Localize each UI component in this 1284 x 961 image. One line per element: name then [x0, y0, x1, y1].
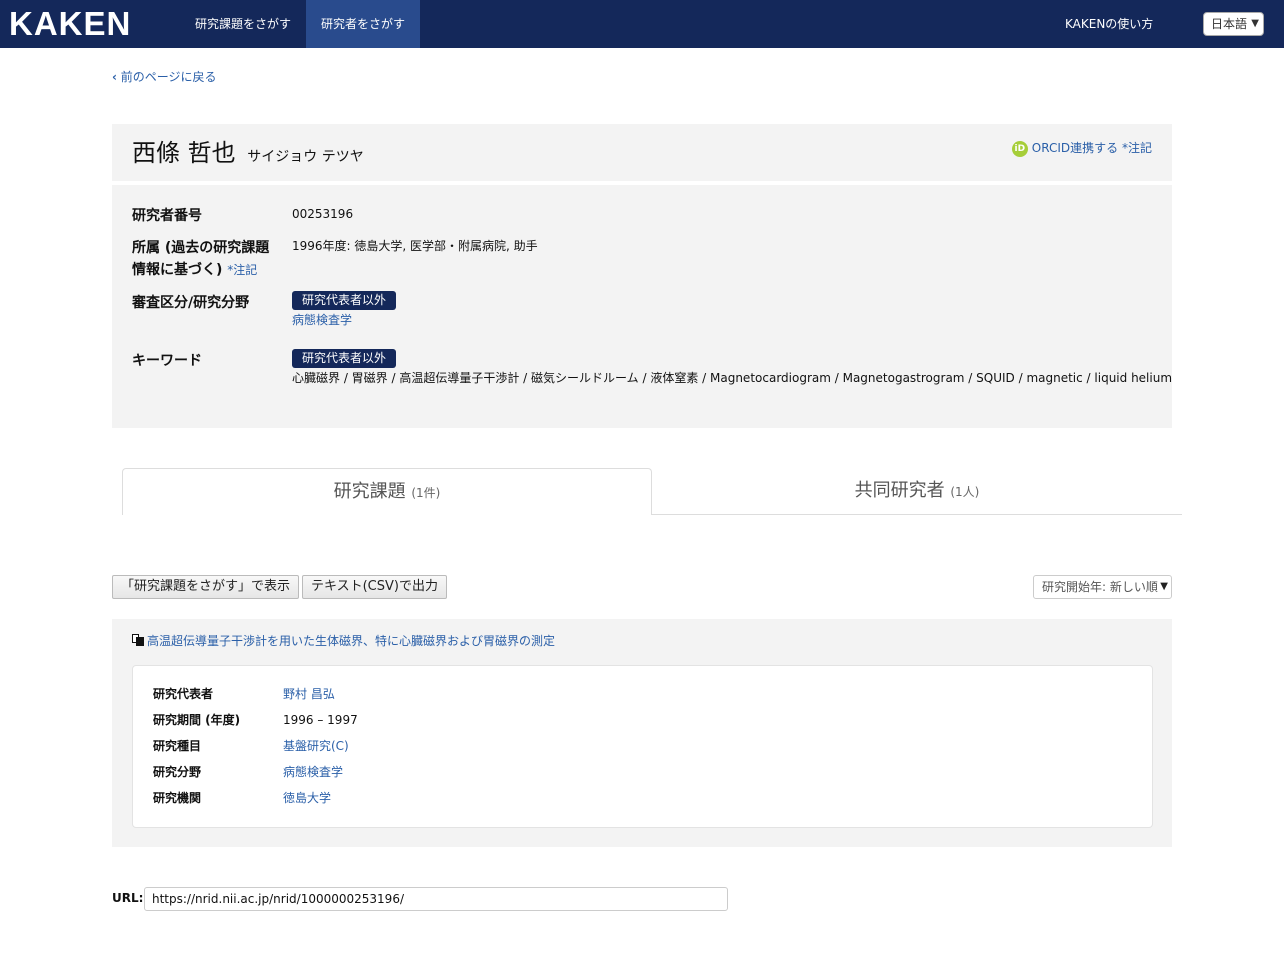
project-pi-link[interactable]: 野村 昌弘 — [283, 686, 335, 702]
project-detail-label: 研究種目 — [153, 739, 202, 753]
project-period-value: 1996 – 1997 — [283, 713, 358, 727]
researcher-number-label: 研究者番号 — [132, 208, 202, 224]
project-title-link[interactable]: 高温超伝導量子干渉計を用いた生体磁界、特に心臓磁界および胃磁界の測定 — [147, 634, 555, 648]
affiliation-label-line2: 情報に基づく) — [132, 262, 223, 278]
project-detail-label: 研究代表者 — [153, 687, 214, 701]
kaken-logo[interactable]: KAKEN — [9, 6, 131, 42]
tab-projects-label: 研究課題 — [333, 481, 406, 502]
field-label: 審査区分/研究分野 — [132, 295, 250, 311]
tab-coresearchers[interactable]: 共同研究者 (1人) — [652, 468, 1182, 515]
project-detail-label: 研究機関 — [153, 791, 202, 805]
chevron-left-icon: ‹ — [112, 70, 117, 84]
tab-coresearchers-count: (1人) — [950, 485, 980, 499]
keyword-role-badge: 研究代表者以外 — [292, 349, 397, 368]
url-label: URL: — [112, 891, 144, 905]
field-value-block: 研究代表者以外 病態検査学 — [292, 291, 397, 330]
copy-document-icon — [132, 634, 144, 646]
researcher-name-block: 西條 哲也 サイジョウ テツヤ — [132, 138, 364, 172]
keyword-value-block: 研究代表者以外 心臓磁界 / 胃磁界 / 高温超伝導量子干渉計 / 磁気シールド… — [292, 349, 1172, 388]
back-link[interactable]: ‹ 前のページに戻る — [112, 68, 217, 85]
tab-projects-count: (1件) — [411, 486, 441, 500]
back-link-label: 前のページに戻る — [120, 70, 217, 84]
chevron-down-icon: ▼ — [1251, 18, 1259, 29]
field-role-badge: 研究代表者以外 — [292, 291, 397, 310]
sort-select[interactable]: 研究開始年: 新しい順 ▼ — [1033, 575, 1172, 599]
chevron-down-icon: ▼ — [1160, 581, 1168, 592]
tab-coresearchers-label: 共同研究者 — [854, 480, 945, 501]
orcid-block: iD ORCID連携する *注記 — [1011, 140, 1152, 157]
language-select[interactable]: 日本語 ▼ — [1203, 12, 1264, 36]
orcid-link[interactable]: ORCID連携する — [1032, 141, 1118, 155]
project-category-link[interactable]: 基盤研究(C) — [283, 738, 349, 754]
url-field[interactable]: https://nrid.nii.ac.jp/nrid/100000025319… — [144, 887, 728, 911]
help-link[interactable]: KAKENの使い方 — [1065, 0, 1153, 48]
affiliation-label: 所属 (過去の研究課題 情報に基づく) *注記 — [132, 237, 269, 281]
top-navbar: KAKEN 研究課題をさがす 研究者をさがす KAKENの使い方 日本語 ▼ — [0, 0, 1284, 48]
affiliation-value: 1996年度: 徳島大学, 医学部・附属病院, 助手 — [292, 239, 538, 253]
field-value-link[interactable]: 病態検査学 — [292, 313, 352, 327]
csv-export-button[interactable]: テキスト(CSV)で出力 — [302, 575, 447, 599]
researcher-number-value: 00253196 — [292, 207, 354, 221]
researcher-header: 西條 哲也 サイジョウ テツヤ iD ORCID連携する *注記 — [112, 124, 1172, 181]
orcid-note-link[interactable]: *注記 — [1122, 141, 1152, 155]
project-field-link[interactable]: 病態検査学 — [283, 764, 343, 780]
project-institution-link[interactable]: 徳島大学 — [283, 790, 331, 806]
language-value: 日本語 — [1211, 17, 1248, 31]
orcid-icon: iD — [1011, 140, 1028, 157]
keyword-list: 心臓磁界 / 胃磁界 / 高温超伝導量子干渉計 / 磁気シールドルーム / 液体… — [292, 371, 1173, 385]
nav-search-projects[interactable]: 研究課題をさがす — [180, 0, 306, 48]
project-detail-label: 研究期間 (年度) — [153, 713, 241, 727]
researcher-name: 西條 哲也 — [132, 139, 236, 167]
show-in-search-button[interactable]: 「研究課題をさがす」で表示 — [112, 575, 300, 599]
affiliation-note-link[interactable]: *注記 — [227, 263, 257, 277]
researcher-name-kana: サイジョウ テツヤ — [247, 149, 364, 165]
project-card: 高温超伝導量子干渉計を用いた生体磁界、特に心臓磁界および胃磁界の測定 研究代表者… — [112, 619, 1172, 847]
nav-search-researchers[interactable]: 研究者をさがす — [306, 0, 421, 48]
affiliation-label-line1: 所属 (過去の研究課題 — [132, 240, 270, 256]
keyword-label: キーワード — [132, 353, 202, 369]
tab-projects[interactable]: 研究課題 (1件) — [122, 468, 652, 515]
project-detail-label: 研究分野 — [153, 765, 202, 779]
project-details: 研究代表者 野村 昌弘 研究期間 (年度) 1996 – 1997 研究種目 基… — [132, 665, 1153, 828]
sort-value: 研究開始年: 新しい順 — [1042, 580, 1158, 594]
researcher-info: 研究者番号 00253196 所属 (過去の研究課題 情報に基づく) *注記 1… — [112, 185, 1172, 428]
project-title-row: 高温超伝導量子干渉計を用いた生体磁界、特に心臓磁界および胃磁界の測定 — [132, 633, 555, 649]
